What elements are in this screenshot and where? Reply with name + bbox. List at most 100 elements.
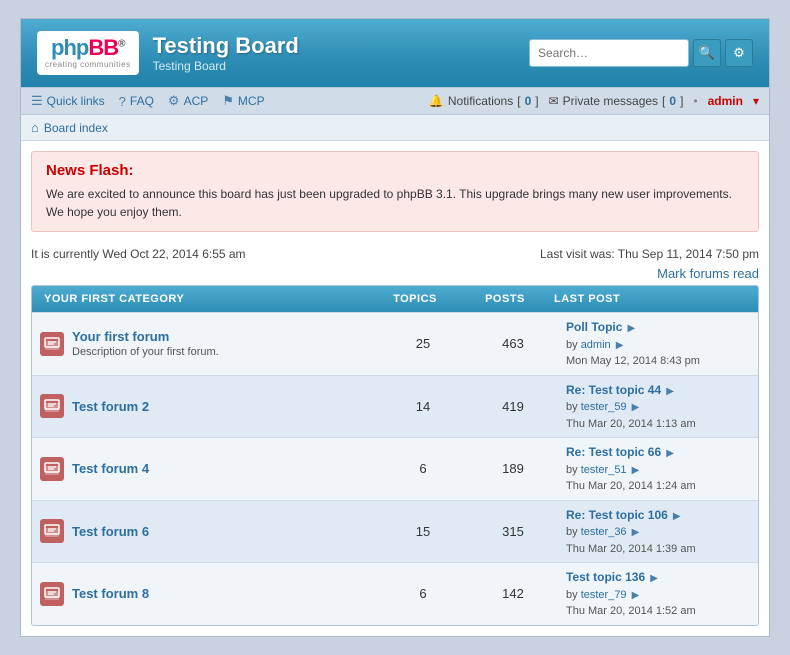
board-index-link[interactable]: Board index [44,121,108,135]
lastpost-by-text: by tester_59 ▶ [566,399,750,416]
lastpost-by-text: by tester_36 ▶ [566,524,750,541]
lastpost-title-link[interactable]: Test topic 136 [566,570,645,584]
topics-count: 6 [419,461,426,476]
info-bar: It is currently Wed Oct 22, 2014 6:55 am… [21,242,769,266]
lastpost-user-link[interactable]: tester_36 [581,526,627,538]
pm-label: Private messages [563,94,658,108]
lastpost-user-link[interactable]: tester_79 [581,589,627,601]
table-row: Test forum 2 14 419 Re: Test topic 44 ▶ … [32,375,758,438]
forum-info: Test forum 4 [72,461,149,476]
lastpost-view-icon: ▶ [650,573,658,584]
quick-links-label: Quick links [47,94,105,108]
separator: • [693,94,697,108]
lastpost-title-link[interactable]: Poll Topic [566,320,622,334]
forum-unread-icon [40,457,64,481]
posts-count: 189 [502,461,524,476]
acp-icon: ⚙ [168,93,180,109]
forum-name-link[interactable]: Test forum 2 [72,399,149,414]
lastpost-view-icon: ▶ [666,448,674,459]
posts-cell: 142 [468,563,558,625]
posts-cell: 419 [468,376,558,438]
lastpost-title-link[interactable]: Re: Test topic 106 [566,508,668,522]
forum-info: Test forum 6 [72,524,149,539]
lastpost-by-text: by tester_79 ▶ [566,587,750,604]
forum-name-link[interactable]: Test forum 4 [72,461,149,476]
forum-info: Your first forum Description of your fir… [72,329,219,358]
lastpost-cell: Poll Topic ▶ by admin ▶ Mon May 12, 2014… [558,313,758,375]
admin-user-link[interactable]: admin [708,94,743,108]
table-row: Test forum 6 15 315 Re: Test topic 106 ▶… [32,500,758,563]
breadcrumb-bar: ⌂ Board index [21,115,769,141]
faq-link[interactable]: ? FAQ [119,94,154,109]
mark-read-bar: Mark forums read [21,266,769,285]
forum-name-cell: Your first forum Description of your fir… [32,313,378,375]
forum-desc: Description of your first forum. [72,346,219,358]
search-area: 🔍 ⚙ [529,39,753,67]
topics-cell: 25 [378,313,468,375]
quick-links-menu[interactable]: ☰ Quick links [31,93,105,109]
search-input[interactable] [529,39,689,67]
faq-icon: ? [119,94,126,109]
faq-label: FAQ [130,94,154,108]
lastpost-cell: Re: Test topic 66 ▶ by tester_51 ▶ Thu M… [558,438,758,500]
topics-cell: 6 [378,438,468,500]
mcp-label: MCP [238,94,265,108]
forum-unread-icon [40,394,64,418]
forum-name-link[interactable]: Test forum 6 [72,524,149,539]
posts-count: 463 [502,336,524,351]
posts-cell: 189 [468,438,558,500]
lastpost-title-link[interactable]: Re: Test topic 66 [566,445,661,459]
navbar: ☰ Quick links ? FAQ ⚙ ACP ⚑ MCP 🔔 Notifi… [21,87,769,115]
lastpost-date: Thu Mar 20, 2014 1:39 am [566,541,750,558]
mark-forums-read-link[interactable]: Mark forums read [657,266,759,281]
advanced-search-button[interactable]: ⚙ [725,39,753,67]
notifications-count[interactable]: 0 [525,94,532,108]
search-button[interactable]: 🔍 [693,39,721,67]
forum-unread-icon [40,332,64,356]
forum-name-link[interactable]: Test forum 8 [72,586,149,601]
forum-table: YOUR FIRST CATEGORY TOPICS POSTS LAST PO… [31,285,759,626]
table-row: Your first forum Description of your fir… [32,312,758,375]
topics-count: 6 [419,586,426,601]
newsflash-body: We are excited to announce this board ha… [46,185,744,221]
lastpost-cell: Re: Test topic 44 ▶ by tester_59 ▶ Thu M… [558,376,758,438]
site-header: phpBB® creating communities Testing Boar… [21,19,769,87]
logo-area: phpBB® creating communities Testing Boar… [37,31,299,75]
posts-count: 419 [502,399,524,414]
topics-cell: 14 [378,376,468,438]
nav-left: ☰ Quick links ? FAQ ⚙ ACP ⚑ MCP [31,93,265,109]
pm-count[interactable]: 0 [669,94,676,108]
forum-unread-icon [40,519,64,543]
topics-cell: 15 [378,501,468,563]
notifications-label: Notifications [448,94,513,108]
lastpost-date: Mon May 12, 2014 8:43 pm [566,353,750,370]
lastpost-user-link[interactable]: admin [581,339,611,351]
forum-name-cell: Test forum 2 [32,376,378,438]
posts-col-header: POSTS [460,291,550,307]
forum-name-link[interactable]: Your first forum [72,329,219,344]
forum-name-cell: Test forum 8 [32,563,378,625]
posts-cell: 463 [468,313,558,375]
lastpost-view-icon: ▶ [673,511,681,522]
topics-count: 15 [416,524,430,539]
lastpost-date: Thu Mar 20, 2014 1:52 am [566,603,750,620]
last-visit: Last visit was: Thu Sep 11, 2014 7:50 pm [540,247,759,261]
acp-label: ACP [184,94,209,108]
category-col-header: YOUR FIRST CATEGORY [40,291,370,307]
dropdown-icon[interactable]: ▾ [753,94,759,108]
topics-count: 14 [416,399,430,414]
forum-name-cell: Test forum 4 [32,438,378,500]
lastpost-title-link[interactable]: Re: Test topic 44 [566,383,661,397]
lastpost-user-link[interactable]: tester_51 [581,464,627,476]
topics-count: 25 [416,336,430,351]
mcp-link[interactable]: ⚑ MCP [222,93,264,109]
home-icon: ⌂ [31,120,39,135]
gear-icon: ⚙ [733,45,745,61]
topics-cell: 6 [378,563,468,625]
acp-link[interactable]: ⚙ ACP [168,93,208,109]
lastpost-user-link[interactable]: tester_59 [581,401,627,413]
table-row: Test forum 8 6 142 Test topic 136 ▶ by t… [32,562,758,625]
lastpost-col-header: LAST POST [550,291,750,307]
forum-info: Test forum 8 [72,586,149,601]
search-icon: 🔍 [699,45,715,61]
